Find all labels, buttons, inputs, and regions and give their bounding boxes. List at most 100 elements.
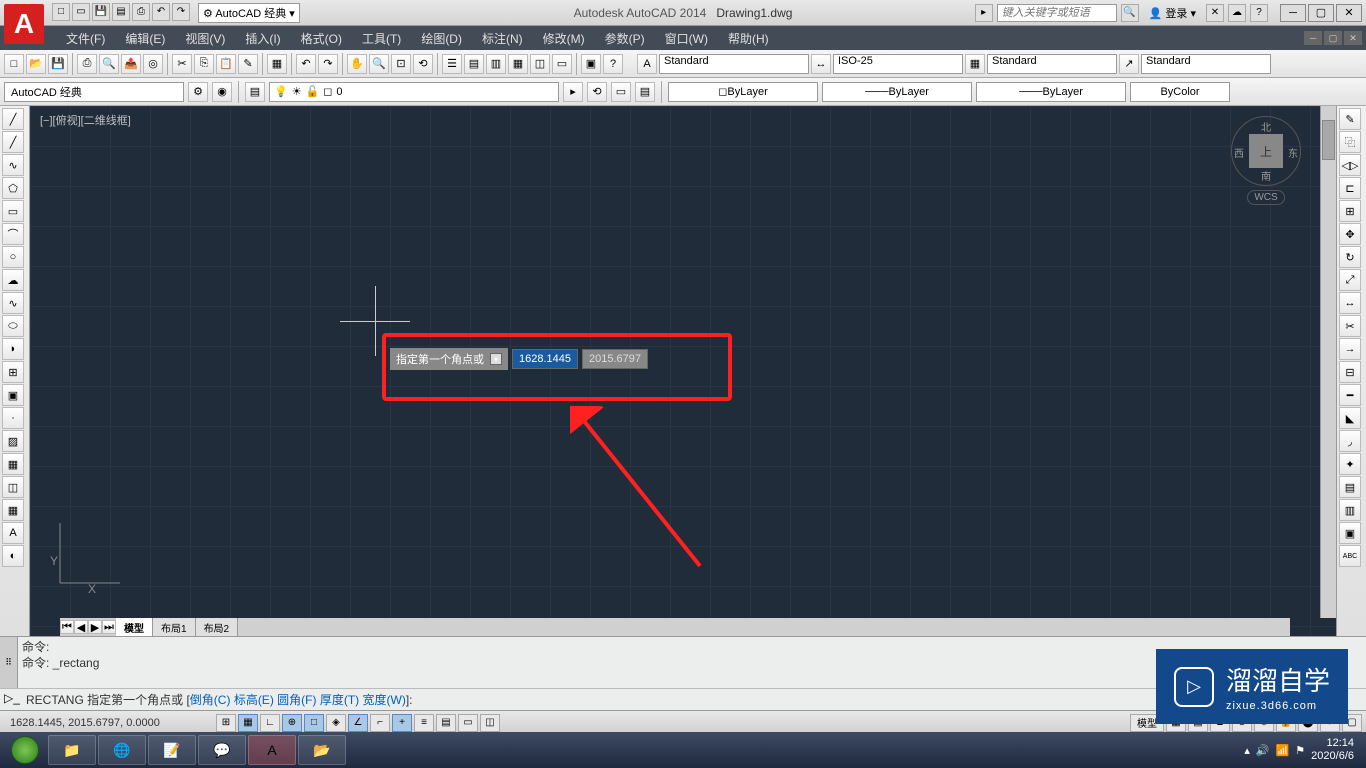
cut-icon[interactable]: ✂	[172, 54, 192, 74]
minimize-button[interactable]: ─	[1280, 4, 1306, 22]
save2-icon[interactable]: 💾	[48, 54, 68, 74]
tab-prev-icon[interactable]: ◀	[74, 620, 88, 634]
menu-insert[interactable]: 插入(I)	[235, 26, 290, 51]
menu-file[interactable]: 文件(F)	[56, 26, 115, 51]
arc-icon[interactable]: ⌒	[2, 223, 24, 245]
ducs-toggle[interactable]: ⌐	[370, 714, 390, 732]
task-chrome-icon[interactable]: 🌐	[98, 735, 146, 765]
tray-flag-icon[interactable]: ⚑	[1295, 744, 1305, 757]
viewcube-south[interactable]: 南	[1261, 168, 1271, 183]
array-icon[interactable]: ⊞	[1339, 200, 1361, 222]
menu-tools[interactable]: 工具(T)	[352, 26, 411, 51]
dynamic-x-input[interactable]: 1628.1445	[512, 349, 578, 369]
line-icon[interactable]: ╱	[2, 108, 24, 130]
workspace-combo[interactable]: AutoCAD 经典	[4, 82, 184, 102]
undo-icon[interactable]: ↶	[152, 3, 170, 21]
tab-layout2[interactable]: 布局2	[196, 618, 239, 637]
open-icon[interactable]: ▭	[72, 3, 90, 21]
makeblock-icon[interactable]: ▣	[2, 384, 24, 406]
pline-icon[interactable]: ∿	[2, 154, 24, 176]
layer-state-icon[interactable]: ▸	[563, 82, 583, 102]
task-wechat-icon[interactable]: 💬	[198, 735, 246, 765]
cmd-chevron-icon[interactable]: ▷_	[4, 691, 22, 709]
fillet-icon[interactable]: ◞	[1339, 430, 1361, 452]
trim-icon[interactable]: ✂	[1339, 315, 1361, 337]
circle-icon[interactable]: ○	[2, 246, 24, 268]
break-icon[interactable]: ⊟	[1339, 361, 1361, 383]
task-autocad-icon[interactable]: A	[248, 735, 296, 765]
dimstyle-icon[interactable]: ↔	[811, 54, 831, 74]
block-icon[interactable]: ▦	[267, 54, 287, 74]
chamfer-icon[interactable]: ◣	[1339, 407, 1361, 429]
gradient-icon[interactable]: ▦	[2, 453, 24, 475]
doc-close[interactable]: ✕	[1344, 31, 1362, 45]
qp-toggle[interactable]: ▭	[458, 714, 478, 732]
infocenter-icon[interactable]: ▸	[975, 4, 993, 22]
mleader-style-selector[interactable]: Standard	[1141, 54, 1271, 74]
toolpal-icon[interactable]: ▥	[486, 54, 506, 74]
exchange-icon[interactable]: ✕	[1206, 4, 1224, 22]
tablestyle-icon[interactable]: ▦	[965, 54, 985, 74]
layer-prev-icon[interactable]: ⟲	[587, 82, 607, 102]
workspace-selector[interactable]: ⚙ AutoCAD 经典 ▾	[198, 3, 300, 23]
mirror-icon[interactable]: ◁▷	[1339, 154, 1361, 176]
xline-icon[interactable]: ╱	[2, 131, 24, 153]
tab-model[interactable]: 模型	[116, 618, 153, 637]
cmd-grip-icon[interactable]: ⠿	[0, 637, 18, 688]
menu-edit[interactable]: 编辑(E)	[115, 26, 175, 51]
revcloud-icon[interactable]: ☁	[2, 269, 24, 291]
open2-icon[interactable]: 📂	[26, 54, 46, 74]
cloud-icon[interactable]: ☁	[1228, 4, 1246, 22]
region-icon[interactable]: ◫	[2, 476, 24, 498]
tray-show-hidden-icon[interactable]: ▴	[1244, 744, 1250, 757]
erase-icon[interactable]: ✎	[1339, 108, 1361, 130]
sign-in-button[interactable]: 👤 登录 ▾	[1143, 4, 1202, 22]
linetype-selector[interactable]: ─── ByLayer	[822, 82, 972, 102]
drawordert-icon[interactable]: ▤	[1339, 476, 1361, 498]
dynamic-y-input[interactable]: 2015.6797	[582, 349, 648, 369]
table-icon[interactable]: ▦	[2, 499, 24, 521]
task-folder-icon[interactable]: 📂	[298, 735, 346, 765]
coordinates-readout[interactable]: 1628.1445, 2015.6797, 0.0000	[4, 717, 214, 729]
menu-parametric[interactable]: 参数(P)	[595, 26, 655, 51]
model-viewport[interactable]: [−][俯视][二维线框] 指定第一个角点或 ▾ 1628.1445 2015.…	[30, 106, 1336, 636]
layer-iso-icon[interactable]: ▭	[611, 82, 631, 102]
3dosnap-toggle[interactable]: ◈	[326, 714, 346, 732]
tpy-toggle[interactable]: ▤	[436, 714, 456, 732]
text-style-selector[interactable]: Standard	[659, 54, 809, 74]
mtext-icon[interactable]: A	[2, 522, 24, 544]
spline-icon[interactable]: ∿	[2, 292, 24, 314]
plot-icon[interactable]: ⎙	[77, 54, 97, 74]
tab-layout1[interactable]: 布局1	[153, 618, 196, 637]
view-cube[interactable]: 北 南 东 西 上 WCS	[1226, 116, 1306, 216]
wcs-label[interactable]: WCS	[1247, 190, 1284, 205]
zoomr-icon[interactable]: 🔍	[369, 54, 389, 74]
grid-toggle[interactable]: ▦	[238, 714, 258, 732]
search-icon[interactable]: 🔍	[1121, 4, 1139, 22]
redo2-icon[interactable]: ↷	[318, 54, 338, 74]
viewcube-west[interactable]: 西	[1234, 145, 1244, 160]
otrack-toggle[interactable]: ∠	[348, 714, 368, 732]
sheetset-icon[interactable]: ▦	[508, 54, 528, 74]
tab-next-icon[interactable]: ▶	[88, 620, 102, 634]
lineweight-selector[interactable]: ─── ByLayer	[976, 82, 1126, 102]
extend-icon[interactable]: →	[1339, 338, 1361, 360]
insert-icon[interactable]: ⊞	[2, 361, 24, 383]
table-style-selector[interactable]: Standard	[987, 54, 1117, 74]
viewcube-top[interactable]: 上	[1249, 134, 1283, 168]
plotstyle-selector[interactable]: ByColor	[1130, 82, 1230, 102]
props-icon[interactable]: ☰	[442, 54, 462, 74]
dcenter-icon[interactable]: ▤	[464, 54, 484, 74]
doc-restore[interactable]: ▢	[1324, 31, 1342, 45]
menu-help[interactable]: 帮助(H)	[718, 26, 779, 51]
rectangle-icon[interactable]: ▭	[2, 200, 24, 222]
zoomw-icon[interactable]: ⊡	[391, 54, 411, 74]
new-icon[interactable]: □	[52, 3, 70, 21]
explode-icon[interactable]: ✦	[1339, 453, 1361, 475]
osnap-toggle[interactable]: □	[304, 714, 324, 732]
search-input[interactable]	[997, 4, 1117, 22]
maximize-button[interactable]: ▢	[1308, 4, 1334, 22]
3ddwf-icon[interactable]: ◎	[143, 54, 163, 74]
cleanscreen-icon[interactable]: ▣	[581, 54, 601, 74]
point-icon[interactable]: ∙	[2, 407, 24, 429]
